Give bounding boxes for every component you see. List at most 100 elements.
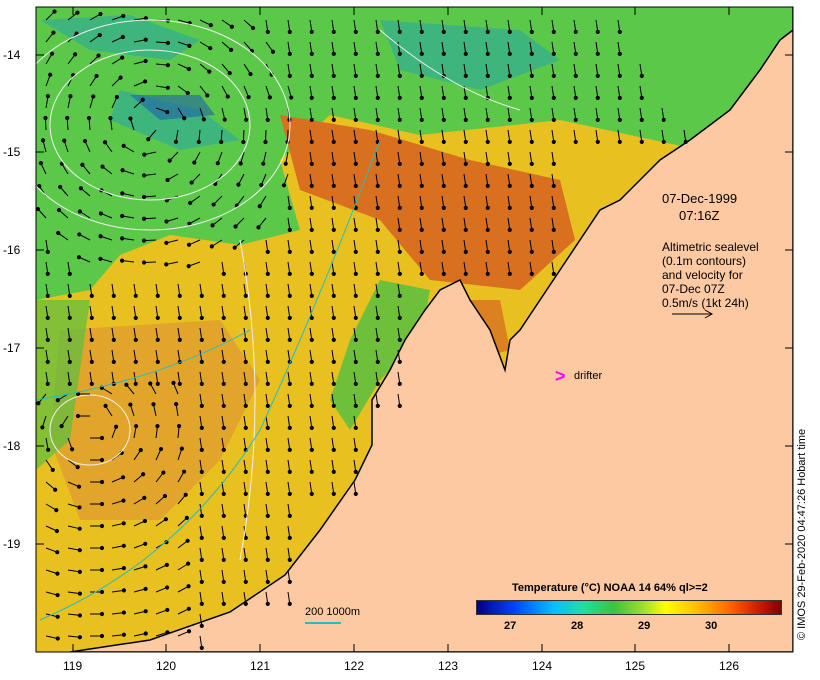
- velocity-arrow-head: [419, 205, 424, 210]
- velocity-arrow-head: [80, 162, 85, 167]
- velocity-arrow-head: [89, 293, 94, 298]
- velocity-arrow-head: [397, 337, 402, 342]
- velocity-arrow-head: [331, 359, 336, 364]
- velocity-arrow-head: [143, 541, 148, 546]
- velocity-arrow-head: [353, 139, 358, 144]
- velocity-arrow-head: [98, 234, 103, 239]
- velocity-arrow-head: [238, 161, 243, 166]
- velocity-arrow-head: [309, 491, 314, 496]
- velocity-arrow-head: [595, 29, 600, 34]
- velocity-arrow-head: [186, 264, 191, 269]
- velocity-arrow-head: [120, 213, 125, 219]
- velocity-arrow-head: [76, 484, 82, 489]
- velocity-arrow-head: [45, 94, 51, 99]
- velocity-arrow-head: [441, 227, 446, 232]
- velocity-arrow-head: [551, 73, 556, 78]
- velocity-arrow-head: [309, 359, 314, 364]
- velocity-arrow-head: [199, 403, 204, 408]
- velocity-arrow-head: [551, 139, 556, 144]
- velocity-arrow-head: [111, 337, 116, 342]
- velocity-arrow-head: [441, 161, 446, 166]
- velocity-arrow-head: [243, 425, 248, 430]
- lat-label: -19: [3, 537, 21, 551]
- velocity-arrow-head: [573, 95, 578, 100]
- velocity-arrow-head: [141, 194, 147, 200]
- velocity-arrow-head: [485, 139, 490, 144]
- velocity-arrow-head: [485, 227, 490, 232]
- velocity-arrow-head: [375, 117, 380, 122]
- velocity-arrow-head: [120, 55, 125, 60]
- velocity-arrow-head: [287, 205, 292, 210]
- velocity-arrow-head: [45, 381, 50, 386]
- velocity-arrow-head: [397, 293, 402, 298]
- velocity-arrow-head: [244, 117, 249, 122]
- colorbar-tick: 30: [705, 620, 718, 632]
- velocity-arrow-head: [53, 487, 58, 492]
- velocity-arrow-head: [187, 221, 192, 226]
- velocity-arrow-head: [121, 521, 126, 526]
- velocity-arrow-head: [143, 16, 148, 21]
- velocity-arrow-head: [141, 216, 147, 221]
- velocity-arrow-head: [55, 614, 60, 619]
- velocity-arrow-head: [309, 337, 314, 342]
- velocity-arrow-head: [140, 97, 145, 102]
- velocity-arrow-head: [287, 469, 292, 474]
- velocity-arrow-head: [221, 293, 226, 298]
- velocity-arrow-head: [353, 337, 358, 342]
- velocity-arrow-head: [397, 117, 402, 122]
- velocity-arrow-head: [485, 73, 490, 78]
- velocity-arrow-head: [89, 337, 94, 342]
- velocity-arrow-head: [551, 227, 556, 232]
- velocity-arrow-head: [146, 137, 151, 142]
- velocity-arrow-head: [595, 73, 600, 78]
- velocity-arrow-head: [133, 381, 138, 386]
- velocity-arrow-head: [142, 495, 147, 500]
- velocity-arrow-head: [121, 13, 126, 19]
- velocity-arrow-head: [59, 424, 64, 429]
- velocity-arrow-head: [196, 139, 201, 145]
- velocity-arrow-head: [221, 359, 226, 364]
- velocity-arrow-head: [595, 95, 600, 100]
- velocity-arrow-head: [89, 315, 94, 320]
- velocity-arrow-head: [155, 359, 160, 364]
- velocity-arrow-head: [141, 173, 147, 178]
- velocity-arrow-head: [529, 205, 534, 210]
- velocity-arrow-head: [141, 238, 147, 243]
- velocity-arrow-head: [233, 224, 238, 229]
- velocity-arrow-head: [507, 249, 512, 254]
- velocity-arrow-head: [163, 517, 168, 522]
- velocity-arrow-head: [128, 402, 133, 407]
- velocity-arrow-head: [331, 469, 336, 474]
- velocity-arrow-head: [155, 423, 160, 429]
- velocity-arrow-head: [215, 161, 220, 166]
- velocity-arrow-head: [99, 435, 105, 441]
- velocity-arrow-head: [309, 95, 314, 100]
- velocity-arrow-head: [121, 566, 126, 571]
- velocity-arrow-head: [551, 249, 556, 254]
- velocity-arrow-head: [199, 315, 204, 320]
- velocity-arrow-head: [287, 601, 292, 606]
- lon-label: 126: [719, 659, 739, 673]
- velocity-arrow-head: [55, 593, 60, 598]
- velocity-arrow-head: [309, 293, 314, 298]
- velocity-arrow-head: [36, 401, 41, 406]
- velocity-arrow-head: [441, 205, 446, 210]
- velocity-arrow-head: [287, 491, 292, 496]
- velocity-arrow-head: [221, 337, 226, 342]
- velocity-arrow-head: [199, 645, 204, 650]
- velocity-arrow-head: [463, 139, 468, 144]
- velocity-arrow-head: [199, 359, 204, 364]
- lat-label: -14: [3, 48, 21, 62]
- velocity-arrow-head: [199, 447, 204, 452]
- lon-label: 125: [625, 659, 645, 673]
- velocity-arrow-head: [128, 116, 133, 121]
- velocity-arrow-head: [55, 636, 60, 641]
- velocity-arrow-head: [683, 139, 688, 144]
- velocity-arrow-head: [186, 561, 191, 566]
- velocity-arrow-head: [221, 447, 226, 452]
- velocity-arrow-head: [187, 43, 192, 48]
- velocity-arrow-head: [331, 73, 336, 78]
- velocity-arrow-head: [221, 271, 226, 276]
- velocity-arrow-head: [186, 606, 191, 611]
- velocity-arrow-head: [353, 95, 358, 100]
